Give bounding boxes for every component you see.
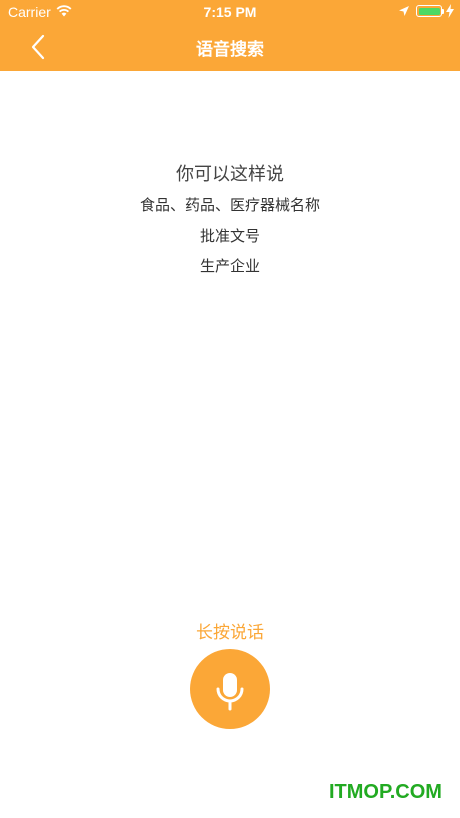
top-bar: Carrier 7:15 PM 语音搜索	[0, 0, 460, 71]
microphone-button[interactable]	[190, 649, 270, 729]
watermark-logo: ITMOP.COM	[329, 781, 442, 803]
page-title: 语音搜索	[196, 40, 264, 60]
charging-bolt-icon	[446, 4, 454, 18]
clock: 7:15 PM	[203, 4, 257, 20]
battery-cap	[442, 9, 444, 14]
battery-icon	[416, 5, 442, 17]
battery-level	[418, 7, 440, 15]
hint-title: 你可以这样说	[176, 164, 284, 185]
location-arrow-icon	[399, 6, 409, 16]
hint-item-manufacturer: 生产企业	[199, 257, 260, 275]
microphone-icon	[216, 673, 244, 711]
status-bar: Carrier 7:15 PM	[0, 0, 460, 24]
press-to-talk-label: 长按说话	[196, 623, 264, 643]
hint-item-product-name: 食品、药品、医疗器械名称	[139, 196, 320, 214]
hint-item-approval-number: 批准文号	[199, 227, 260, 245]
